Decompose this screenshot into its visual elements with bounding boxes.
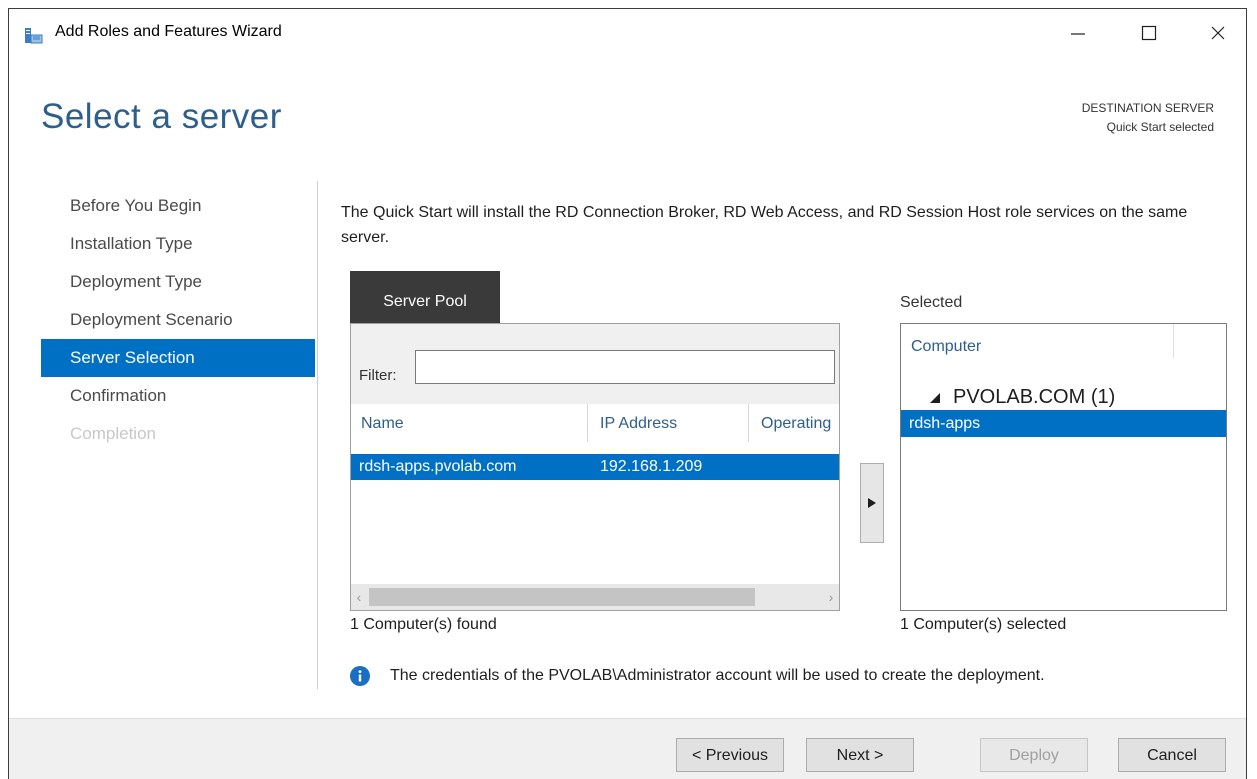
scroll-right-icon[interactable]: › [823,584,839,610]
maximize-button[interactable] [1126,15,1172,51]
wizard-nav: Before You Begin Installation Type Deplo… [41,187,315,453]
nav-item-before-you-begin[interactable]: Before You Begin [41,187,315,225]
table-row[interactable]: rdsh-apps.pvolab.com 192.168.1.209 [351,454,839,480]
destination-value: Quick Start selected [1106,120,1214,134]
column-divider[interactable] [1173,324,1174,358]
next-button[interactable]: Next > [806,738,914,772]
filter-area: Filter: [351,324,839,404]
minimize-icon [1071,33,1085,35]
minimize-button[interactable] [1055,15,1101,51]
server-grid-header: Name IP Address Operating [351,404,839,442]
info-message: The credentials of the PVOLAB\Administra… [350,666,1045,686]
deploy-button: Deploy [980,738,1088,772]
info-text: The credentials of the PVOLAB\Administra… [390,667,1045,684]
server-manager-icon [25,28,43,44]
column-divider[interactable] [748,404,749,442]
expand-arrow-icon[interactable] [929,392,941,404]
close-button[interactable] [1195,15,1241,51]
destination-server: DESTINATION SERVER Quick Start selected [1082,99,1214,137]
nav-item-deployment-scenario[interactable]: Deployment Scenario [41,301,315,339]
info-icon [350,666,370,686]
computers-found-count: 1 Computer(s) found [350,616,497,633]
page-title: Select a server [41,97,282,136]
row-ip-address: 192.168.1.209 [600,458,703,475]
computers-selected-count: 1 Computer(s) selected [900,616,1067,633]
selected-label: Selected [900,294,963,311]
arrow-right-icon [868,498,876,508]
column-divider[interactable] [587,404,588,442]
wizard-window: Add Roles and Features Wizard Select a s… [8,8,1247,779]
selected-panel: Computer PVOLAB.COM (1) rdsh-apps [900,323,1227,611]
column-name[interactable]: Name [361,404,561,442]
nav-item-completion: Completion [70,424,156,443]
scrollbar-thumb[interactable] [369,588,755,606]
nav-item-installation-type[interactable]: Installation Type [41,225,315,263]
nav-divider [317,181,318,689]
maximize-icon [1141,25,1157,41]
nav-item-confirmation[interactable]: Confirmation [41,377,315,415]
row-server-name: rdsh-apps.pvolab.com [359,458,517,475]
column-computer[interactable]: Computer [911,338,981,356]
column-operating-system[interactable]: Operating [761,404,839,442]
column-ip-address[interactable]: IP Address [600,404,740,442]
add-to-selected-button[interactable] [860,463,884,543]
filter-label: Filter: [359,367,397,384]
horizontal-scrollbar[interactable]: ‹ › [351,584,839,610]
scroll-left-icon[interactable]: ‹ [351,584,367,610]
nav-item-server-selection[interactable]: Server Selection [41,339,315,377]
tab-server-pool[interactable]: Server Pool [350,271,500,323]
group-label: PVOLAB.COM (1) [953,386,1116,408]
destination-label: DESTINATION SERVER [1081,101,1214,115]
nav-item-deployment-type[interactable]: Deployment Type [41,263,315,301]
window-title: Add Roles and Features Wizard [55,23,282,40]
list-item[interactable]: rdsh-apps [901,410,1226,437]
title-bar: Add Roles and Features Wizard [9,9,1246,57]
server-pool-panel: Filter: Name IP Address Operating rdsh-a… [350,323,840,611]
previous-button[interactable]: < Previous [676,738,784,772]
intro-text: The Quick Start will install the RD Conn… [341,204,1188,246]
filter-input[interactable] [415,350,835,384]
wizard-footer: < Previous Next > Deploy Cancel [9,718,1246,779]
cancel-button[interactable]: Cancel [1118,738,1226,772]
close-icon [1211,26,1225,40]
